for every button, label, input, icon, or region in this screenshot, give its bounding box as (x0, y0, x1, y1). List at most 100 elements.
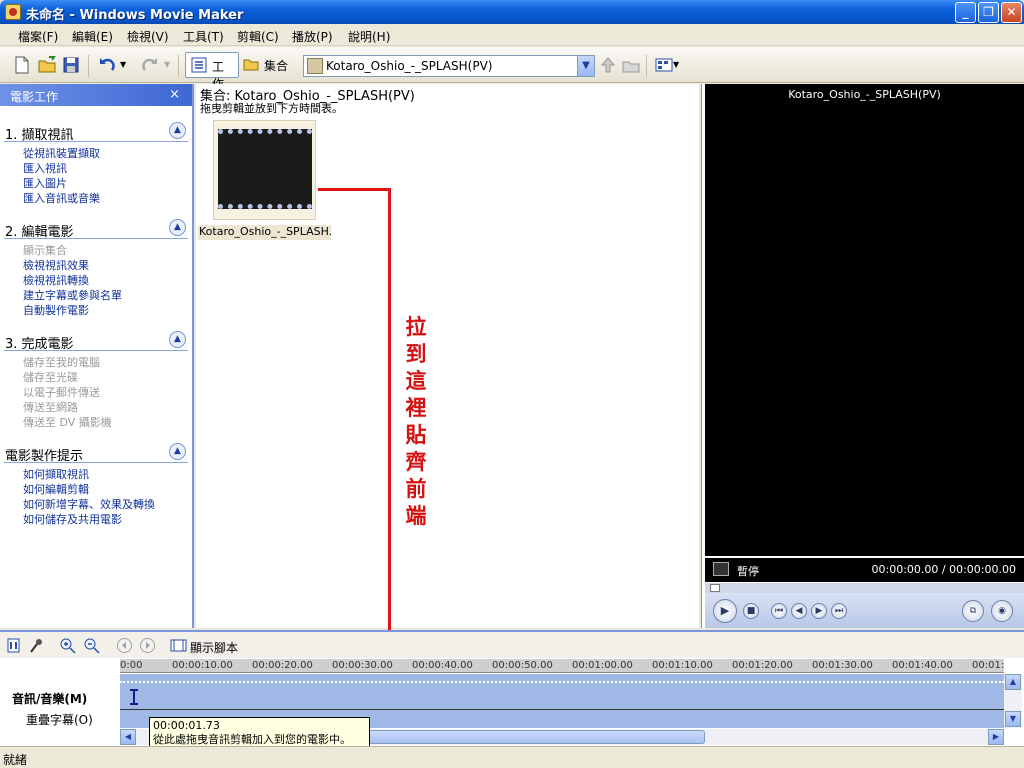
task-link-save-to-computer: 儲存至我的電腦 (23, 356, 100, 369)
undo-icon[interactable] (97, 55, 117, 75)
scroll-down-icon[interactable]: ▼ (1005, 711, 1021, 727)
tasks-toggle-button[interactable]: 工作 (185, 52, 239, 91)
collection-up-icon[interactable] (598, 55, 618, 75)
view-thumbnails-icon[interactable] (654, 55, 674, 75)
scroll-up-icon[interactable]: ▲ (1005, 674, 1021, 690)
task-link-how-add-titles[interactable]: 如何新增字幕、效果及轉換 (0, 497, 192, 512)
menu-tools[interactable]: 工具(T) (183, 28, 224, 45)
menu-help[interactable]: 說明(H) (348, 28, 390, 45)
task-link-import-audio[interactable]: 匯入音訊或音樂 (0, 191, 192, 206)
playback-controls: ▶ ■ ⏮ ◀ ▶ ⏭ ⧉ ◉ (705, 593, 1024, 628)
task-link-import-pictures[interactable]: 匯入圖片 (0, 176, 192, 191)
menu-view[interactable]: 檢視(V) (127, 28, 169, 45)
collapse-section-icon[interactable]: ▲ (169, 122, 186, 139)
undo-dropdown-icon[interactable]: ▼ (120, 60, 126, 69)
timeline-tooltip: 00:00:01.73 從此處拖曳音訊剪輯加入到您的電影中。 (149, 717, 370, 748)
film-strip-icon (218, 129, 312, 209)
fullscreen-icon[interactable] (713, 562, 729, 576)
video-clip-label[interactable]: Kotaro_Oshio_-_SPLASH... (198, 225, 331, 240)
menu-play[interactable]: 播放(P) (292, 28, 333, 45)
zoom-out-icon[interactable] (83, 637, 100, 654)
task-section-header[interactable]: 3. 完成電影 ▲ (4, 329, 188, 352)
new-project-icon[interactable] (12, 55, 32, 75)
stop-icon[interactable]: ■ (743, 603, 759, 619)
track-label-title-overlay[interactable]: 重疊字幕(O) (26, 711, 93, 728)
chevron-down-icon[interactable]: ▼ (577, 56, 594, 76)
task-link-view-video-effects[interactable]: 檢視視訊效果 (0, 258, 192, 273)
collapse-section-icon[interactable]: ▲ (169, 331, 186, 348)
collection-dropdown-value: Kotaro_Oshio_-_SPLASH(PV) (326, 59, 493, 73)
seek-bar[interactable] (705, 583, 1024, 593)
annotation-arrow (318, 188, 391, 191)
timeline-ruler[interactable]: 0:00 00:00:10.00 00:00:20.00 00:00:30.00… (120, 659, 1004, 673)
annotation-char: 端 (405, 503, 427, 528)
collapse-section-icon[interactable]: ▲ (169, 443, 186, 460)
task-link-view-video-transitions[interactable]: 檢視視訊轉換 (0, 273, 192, 288)
movie-maker-app-icon[interactable] (5, 4, 21, 20)
rewind-timeline-icon[interactable] (116, 637, 133, 654)
ruler-tick: 00:01:20.00 (732, 660, 793, 671)
minimize-button[interactable]: _ (955, 2, 976, 23)
narrate-timeline-icon[interactable] (28, 637, 45, 654)
collection-dropdown[interactable]: Kotaro_Oshio_-_SPLASH(PV) ▼ (303, 55, 595, 77)
task-section-header[interactable]: 1. 擷取視訊 ▲ (4, 120, 188, 143)
maximize-button[interactable]: ❐ (978, 2, 999, 23)
task-link-how-edit[interactable]: 如何編輯剪輯 (0, 482, 192, 497)
annotation-char: 齊 (405, 449, 427, 474)
rewind-icon[interactable]: ◀ (791, 603, 807, 619)
view-dropdown-icon[interactable]: ▼ (673, 60, 679, 69)
set-audio-levels-icon[interactable] (5, 637, 22, 654)
task-section-header[interactable]: 2. 編輯電影 ▲ (4, 217, 188, 240)
seek-handle[interactable] (710, 584, 720, 592)
video-clip-thumbnail[interactable] (213, 120, 316, 220)
task-link-import-video[interactable]: 匯入視訊 (0, 161, 192, 176)
task-link-capture-from-device[interactable]: 從視訊裝置擷取 (0, 146, 192, 161)
scroll-left-icon[interactable]: ◀ (120, 729, 136, 745)
next-frame-icon[interactable]: ⏭ (831, 603, 847, 619)
collapse-section-icon[interactable]: ▲ (169, 219, 186, 236)
collection-contents-pane: 集合: Kotaro_Oshio_-_SPLASH(PV) 拖曳剪輯並放到下方時… (196, 84, 699, 628)
timeline-vertical-scrollbar[interactable]: ▲ ▼ (1004, 674, 1022, 728)
playback-time: 00:00:00.00 / 00:00:00.00 (871, 563, 1017, 576)
task-section-header[interactable]: 電影製作提示 ▲ (4, 441, 188, 464)
annotation-char: 到 (405, 341, 427, 366)
split-clip-icon[interactable]: ⧉ (962, 600, 984, 622)
annotation-text: 拉 到 這 裡 貼 齊 前 端 (400, 313, 432, 529)
storyboard-icon[interactable] (170, 637, 187, 654)
menu-file[interactable]: 檔案(F) (18, 28, 58, 45)
redo-dropdown-icon[interactable]: ▼ (164, 60, 170, 69)
ruler-tick: 00:01:30.00 (812, 660, 873, 671)
play-icon[interactable]: ▶ (713, 599, 737, 623)
zoom-in-icon[interactable] (59, 637, 76, 654)
redo-icon[interactable] (140, 55, 160, 75)
play-timeline-icon[interactable] (139, 637, 156, 654)
previous-frame-icon[interactable]: ⏮ (771, 603, 787, 619)
new-collection-folder-icon[interactable] (621, 55, 641, 75)
open-project-icon[interactable] (37, 55, 57, 75)
show-storyboard-button[interactable]: 顯示腳本 (190, 639, 238, 656)
menu-edit[interactable]: 編輯(E) (72, 28, 113, 45)
task-link-auto-movie[interactable]: 自動製作電影 (0, 303, 192, 318)
tooltip-text: 從此處拖曳音訊剪輯加入到您的電影中。 (153, 733, 351, 746)
task-link-show-collections: 顯示集合 (23, 244, 67, 257)
task-link-save-to-cd: 儲存至光碟 (23, 371, 78, 384)
save-project-icon[interactable] (61, 55, 81, 75)
task-link-make-titles[interactable]: 建立字幕或參與名單 (0, 288, 192, 303)
annotation-arrow (388, 188, 391, 700)
task-section-tips: 電影製作提示 ▲ 如何擷取視訊 如何編輯剪輯 如何新增字幕、效果及轉換 如何儲存… (0, 441, 192, 527)
track-label-audio-music[interactable]: 音訊/音樂(M) (12, 690, 87, 707)
task-link-how-save-share[interactable]: 如何儲存及共用電影 (0, 512, 192, 527)
task-section-edit: 2. 編輯電影 ▲ 顯示集合 檢視視訊效果 檢視視訊轉換 建立字幕或參與名單 自… (0, 217, 192, 318)
task-link-how-capture[interactable]: 如何擷取視訊 (0, 467, 192, 482)
take-picture-icon[interactable]: ◉ (991, 600, 1013, 622)
ruler-tick: 00:00:40.00 (412, 660, 473, 671)
forward-icon[interactable]: ▶ (811, 603, 827, 619)
menu-clip[interactable]: 剪輯(C) (237, 28, 279, 45)
annotation-char: 前 (405, 476, 427, 501)
playback-indicator[interactable] (130, 689, 138, 705)
close-pane-icon[interactable]: × (169, 87, 180, 102)
scroll-right-icon[interactable]: ▶ (988, 729, 1004, 745)
collections-toggle-button[interactable]: 集合 (238, 52, 294, 78)
toolbar-separator (178, 55, 179, 77)
close-button[interactable]: ✕ (1001, 2, 1022, 23)
